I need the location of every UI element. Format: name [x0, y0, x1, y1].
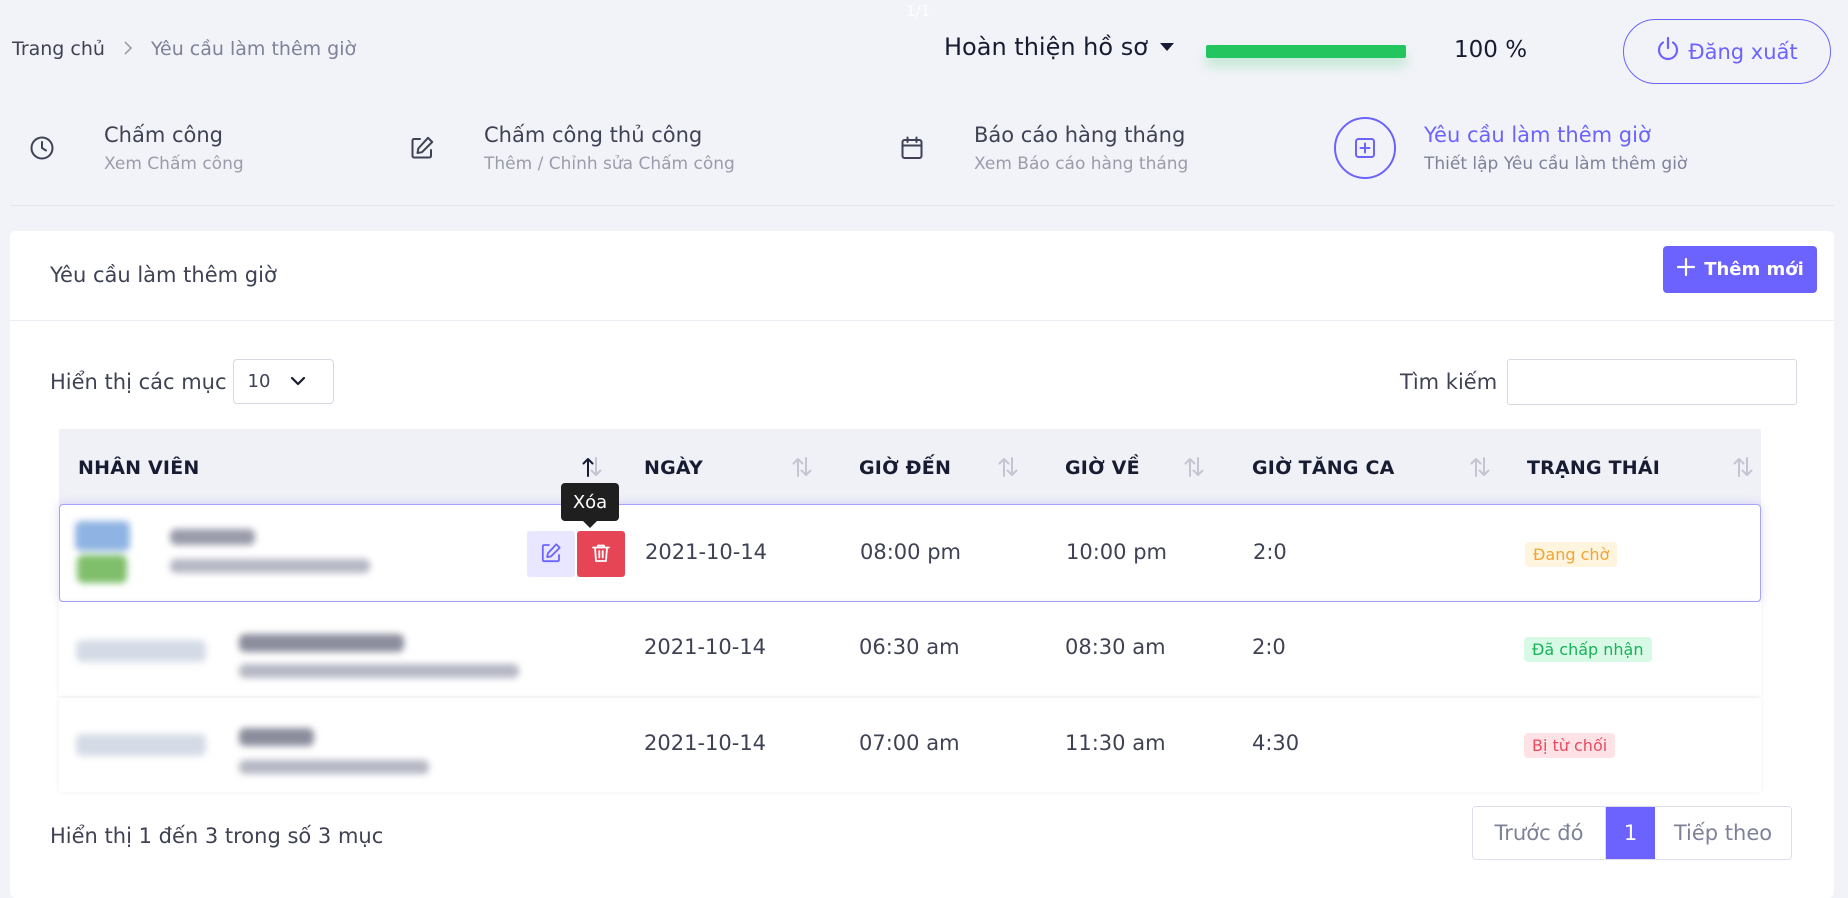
add-new-button[interactable]: Thêm mới — [1663, 246, 1817, 293]
column-header-check-in[interactable]: GIỜ ĐẾN — [859, 429, 951, 506]
column-header-employee[interactable]: NHÂN VIÊN — [78, 429, 199, 506]
table-header: NHÂN VIÊN NGÀY GIỜ ĐẾN GIỜ VỀ GIỜ TĂNG C… — [59, 429, 1761, 506]
search-input[interactable] — [1507, 359, 1798, 405]
cell-overtime: 2:0 — [1252, 635, 1286, 659]
employee-info-blurred — [74, 708, 524, 786]
cell-date: 2021-10-14 — [644, 635, 767, 659]
subnav-subtitle: Thiết lập Yêu cầu làm thêm giờ — [1424, 154, 1688, 174]
subnav-title: Báo cáo hàng tháng — [974, 123, 1186, 147]
profile-progress-bar — [1206, 45, 1406, 58]
cell-check-in: 07:00 am — [859, 731, 960, 755]
caret-down-icon — [1159, 43, 1174, 51]
cell-overtime: 4:30 — [1252, 731, 1300, 755]
chevron-right-icon — [123, 39, 133, 60]
employee-info-blurred — [74, 612, 524, 690]
subnav-item-monthly-report[interactable]: Báo cáo hàng tháng Xem Báo cáo hàng thán… — [890, 100, 1188, 196]
cell-overtime: 2:0 — [1253, 540, 1287, 564]
subnav-item-manual-attendance[interactable]: Chấm công thủ công Thêm / Chỉnh sửa Chấm… — [400, 100, 735, 196]
page-size-value: 10 — [247, 371, 271, 392]
page-size-select[interactable]: 10 — [232, 359, 334, 404]
employee-info-blurred — [75, 515, 525, 593]
column-header-check-out[interactable]: GIỜ VỀ — [1065, 429, 1140, 506]
subnav-subtitle: Xem Báo cáo hàng tháng — [974, 154, 1189, 174]
subnav-item-attendance[interactable]: Chấm công Xem Chấm công — [20, 100, 244, 196]
subnav-subtitle: Xem Chấm công — [104, 154, 244, 174]
table-info: Hiển thị 1 đến 3 trong số 3 mục — [50, 824, 384, 848]
cell-check-out: 10:00 pm — [1066, 540, 1167, 564]
status-badge: Bị từ chối — [1524, 733, 1616, 758]
sort-icon[interactable] — [1468, 454, 1492, 480]
overtime-card: Yêu cầu làm thêm giờ Thêm mới Hiển thị c… — [10, 231, 1834, 898]
pagination-next[interactable]: Tiếp theo — [1655, 807, 1791, 859]
chevron-down-icon — [289, 372, 307, 395]
column-header-label: GIỜ TĂNG CA — [1252, 456, 1395, 479]
sort-icon[interactable] — [790, 454, 814, 480]
breadcrumb: Trang chủ Yêu cầu làm thêm giờ — [12, 38, 356, 60]
table-row[interactable]: 2021-10-14 07:00 am 11:30 am 4:30 Bị từ … — [59, 698, 1761, 792]
cell-check-out: 11:30 am — [1065, 731, 1166, 755]
table-row[interactable]: 2021-10-14 06:30 am 08:30 am 2:0 Đã chấp… — [59, 602, 1761, 696]
search-label: Tìm kiếm — [1400, 370, 1498, 394]
column-header-overtime[interactable]: GIỜ TĂNG CA — [1252, 429, 1395, 506]
add-new-label: Thêm mới — [1704, 259, 1804, 280]
pagination-page-1[interactable]: 1 — [1606, 807, 1655, 859]
subnav-title: Chấm công thủ công — [484, 123, 703, 147]
cell-check-in: 08:00 pm — [860, 540, 961, 564]
profile-completion-label: Hoàn thiện hồ sơ — [944, 33, 1148, 61]
logout-label: Đăng xuất — [1688, 39, 1798, 64]
subnav: Chấm công Xem Chấm công Chấm công thủ cô… — [10, 100, 1834, 206]
column-header-label: NGÀY — [644, 456, 703, 479]
pagination-previous[interactable]: Trước đó — [1473, 807, 1606, 859]
column-header-label: TRẠNG THÁI — [1527, 456, 1661, 479]
cell-check-out: 08:30 am — [1065, 635, 1166, 659]
subnav-title: Yêu cầu làm thêm giờ — [1424, 123, 1651, 147]
cell-date: 2021-10-14 — [645, 540, 768, 564]
column-header-date[interactable]: NGÀY — [644, 429, 703, 506]
profile-completion-dropdown[interactable]: Hoàn thiện hồ sơ — [944, 33, 1174, 61]
status-badge: Đã chấp nhận — [1524, 637, 1652, 662]
plus-square-icon — [1334, 117, 1396, 179]
search-area: Tìm kiếm — [1400, 359, 1798, 405]
breadcrumb-current: Yêu cầu làm thêm giờ — [150, 38, 357, 60]
column-header-label: GIỜ ĐẾN — [859, 456, 952, 479]
delete-row-button[interactable] — [577, 531, 625, 577]
cell-date: 2021-10-14 — [644, 731, 767, 755]
pagination: Trước đó 1 Tiếp theo — [1472, 806, 1792, 860]
logout-button[interactable]: Đăng xuất — [1623, 19, 1831, 84]
cell-check-in: 06:30 am — [859, 635, 960, 659]
sort-icon[interactable] — [996, 454, 1020, 480]
edit-row-button[interactable] — [527, 531, 575, 577]
card-header: Yêu cầu làm thêm giờ Thêm mới — [10, 231, 1834, 321]
overtime-table: NHÂN VIÊN NGÀY GIỜ ĐẾN GIỜ VỀ GIỜ TĂNG C… — [59, 429, 1761, 506]
calendar-icon — [890, 126, 934, 170]
sort-icon[interactable] — [1182, 454, 1206, 480]
sort-icon[interactable] — [1731, 454, 1755, 480]
show-entries: Hiển thị các mục 10 — [50, 359, 334, 404]
profile-progress-fill — [1206, 45, 1406, 58]
card-title: Yêu cầu làm thêm giờ — [50, 263, 277, 287]
breadcrumb-home-link[interactable]: Trang chủ — [12, 38, 105, 60]
status-badge: Đang chờ — [1525, 542, 1618, 567]
trash-icon — [590, 542, 612, 567]
plus-icon — [1676, 257, 1696, 282]
column-header-label: GIỜ VỀ — [1065, 456, 1140, 479]
show-entries-label: Hiển thị các mục — [50, 369, 227, 394]
column-header-label: NHÂN VIÊN — [78, 456, 200, 479]
subnav-subtitle: Thêm / Chỉnh sửa Chấm công — [484, 154, 735, 174]
power-icon — [1656, 36, 1680, 67]
delete-tooltip: Xóa — [561, 483, 619, 528]
subnav-item-overtime-request[interactable]: Yêu cầu làm thêm giờ Thiết lập Yêu cầu l… — [1334, 100, 1687, 196]
profile-progress-text: 100 % — [1454, 37, 1528, 63]
edit-icon — [400, 126, 444, 170]
subnav-title: Chấm công — [104, 123, 224, 147]
table-row[interactable]: 2021-10-14 08:00 pm 10:00 pm 2:0 Đang ch… — [59, 504, 1761, 602]
sort-asc-icon[interactable] — [580, 454, 604, 480]
page-counter: 1/1 — [906, 2, 931, 20]
edit-icon — [540, 542, 562, 567]
column-header-status[interactable]: TRẠNG THÁI — [1527, 429, 1660, 506]
clock-icon — [20, 126, 64, 170]
